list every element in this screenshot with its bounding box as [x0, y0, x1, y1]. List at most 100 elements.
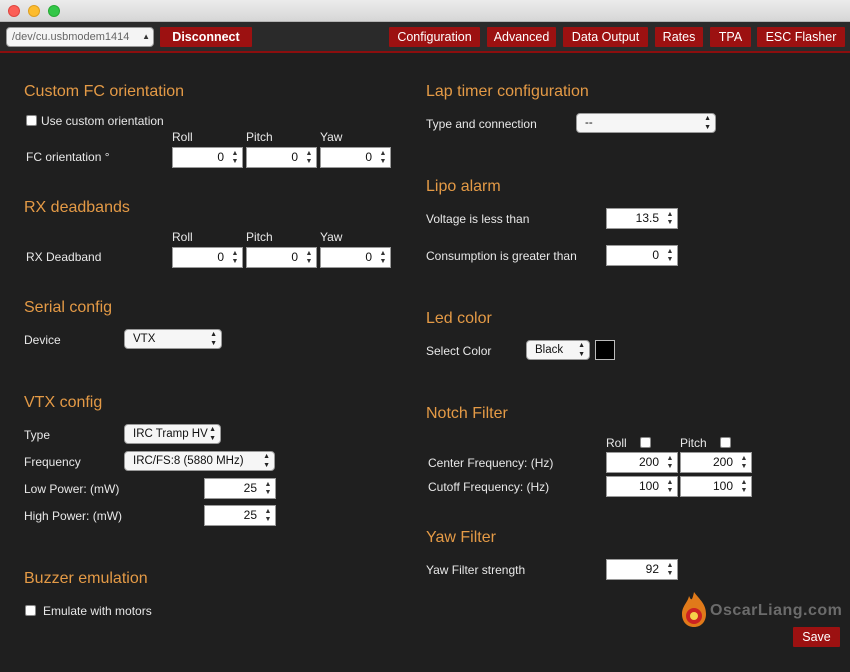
lap-type-select[interactable]: -- ▲ ▼: [576, 113, 716, 133]
vtx-frequency-value: IRC/FS:8 (5880 MHz): [133, 455, 244, 467]
toolbar: /dev/cu.usbmodem1414 ▲▼ Disconnect Confi…: [0, 22, 850, 53]
fc-pitch-input[interactable]: 0 ▲ ▼: [246, 147, 317, 168]
yaw-filter-value: 92: [645, 562, 659, 576]
rx-roll-input[interactable]: 0 ▲ ▼: [172, 247, 243, 268]
save-button[interactable]: Save: [793, 627, 840, 647]
port-select[interactable]: /dev/cu.usbmodem1414 ▲▼: [6, 27, 154, 47]
notch-roll-checkbox[interactable]: [640, 437, 651, 448]
rx-roll-value: 0: [217, 250, 224, 264]
fc-roll-value: 0: [217, 150, 224, 164]
vtx-frequency-select[interactable]: IRC/FS:8 (5880 MHz) ▲ ▼: [124, 451, 275, 471]
lap-timer-heading: Lap timer configuration: [426, 83, 589, 100]
fc-roll-header: Roll: [172, 130, 193, 144]
select-arrows-icon: ▲▼: [578, 342, 585, 358]
spinner-icon[interactable]: ▲ ▼: [665, 248, 675, 264]
spinner-icon[interactable]: ▲ ▼: [665, 455, 675, 471]
notch-pitch-header: Pitch: [680, 436, 707, 450]
led-color-swatch[interactable]: [595, 340, 615, 360]
fc-pitch-header: Pitch: [246, 130, 273, 144]
select-arrows-icon: ▲▼: [210, 331, 217, 347]
tab-rates[interactable]: Rates: [655, 27, 703, 47]
device-label: Device: [24, 333, 61, 347]
fc-orientation-heading: Custom FC orientation: [24, 83, 185, 100]
spinner-icon[interactable]: ▲ ▼: [230, 150, 240, 166]
cutoff-frequency-roll-input[interactable]: 100 ▲ ▼: [606, 476, 678, 497]
center-frequency-roll-value: 200: [638, 455, 659, 469]
fc-roll-input[interactable]: 0 ▲ ▼: [172, 147, 243, 168]
tab-advanced[interactable]: Advanced: [487, 27, 556, 47]
notch-pitch-checkbox[interactable]: [720, 437, 731, 448]
fc-yaw-input[interactable]: 0 ▲ ▼: [320, 147, 391, 168]
notch-roll-header: Roll: [606, 436, 627, 450]
vtx-high-power-input[interactable]: 25 ▲ ▼: [204, 505, 276, 526]
spinner-icon[interactable]: ▲ ▼: [665, 479, 675, 495]
close-window-button[interactable]: [8, 5, 20, 17]
spinner-icon[interactable]: ▲ ▼: [739, 479, 749, 495]
rx-deadband-label: RX Deadband: [26, 250, 102, 264]
lipo-voltage-value: 13.5: [635, 211, 659, 225]
flame-logo-icon: [682, 592, 706, 627]
rx-pitch-input[interactable]: 0 ▲ ▼: [246, 247, 317, 268]
lipo-voltage-input[interactable]: 13.5 ▲ ▼: [606, 208, 678, 229]
spinner-icon[interactable]: ▲ ▼: [378, 150, 388, 166]
spinner-icon[interactable]: ▲ ▼: [263, 481, 273, 497]
lap-type-value: --: [585, 117, 593, 129]
window-titlebar: [0, 0, 850, 22]
buzzer-emulation-heading: Buzzer emulation: [24, 570, 148, 587]
tab-tpa[interactable]: TPA: [710, 27, 751, 47]
cutoff-frequency-pitch-value: 100: [712, 479, 733, 493]
spinner-icon[interactable]: ▲ ▼: [665, 211, 675, 227]
disconnect-button[interactable]: Disconnect: [160, 27, 252, 47]
serial-config-heading: Serial config: [24, 299, 113, 316]
led-color-select[interactable]: Black ▲ ▼: [526, 340, 590, 360]
minimize-window-button[interactable]: [28, 5, 40, 17]
oscarliang-logo: OscarLiang.com: [680, 590, 842, 630]
center-frequency-pitch-input[interactable]: 200 ▲ ▼: [680, 452, 752, 473]
rx-pitch-value: 0: [291, 250, 298, 264]
yaw-filter-label: Yaw Filter strength: [426, 563, 526, 577]
select-arrows-icon: ▲▼: [704, 115, 711, 131]
zoom-window-button[interactable]: [48, 5, 60, 17]
spinner-icon[interactable]: ▲ ▼: [230, 250, 240, 266]
spinner-icon[interactable]: ▲ ▼: [263, 508, 273, 524]
cutoff-frequency-roll-value: 100: [638, 479, 659, 493]
spinner-icon[interactable]: ▲ ▼: [378, 250, 388, 266]
spinner-icon[interactable]: ▲ ▼: [665, 562, 675, 578]
emulate-with-motors-checkbox[interactable]: [25, 605, 36, 616]
tab-configuration[interactable]: Configuration: [389, 27, 480, 47]
rx-yaw-value: 0: [365, 250, 372, 264]
use-custom-orientation-checkbox[interactable]: [26, 115, 37, 126]
fc-yaw-header: Yaw: [320, 130, 343, 144]
cutoff-frequency-pitch-input[interactable]: 100 ▲ ▼: [680, 476, 752, 497]
rx-pitch-header: Pitch: [246, 230, 273, 244]
vtx-low-power-value: 25: [243, 481, 257, 495]
device-select[interactable]: VTX ▲ ▼: [124, 329, 222, 349]
select-arrows-icon: ▲▼: [142, 32, 150, 41]
vtx-low-power-input[interactable]: 25 ▲ ▼: [204, 478, 276, 499]
lipo-consumption-input[interactable]: 0 ▲ ▼: [606, 245, 678, 266]
led-color-label: Select Color: [426, 344, 492, 358]
spinner-icon[interactable]: ▲ ▼: [739, 455, 749, 471]
device-value: VTX: [133, 333, 156, 345]
lipo-consumption-value: 0: [652, 248, 659, 262]
notch-filter-heading: Notch Filter: [426, 405, 508, 422]
yaw-filter-input[interactable]: 92 ▲ ▼: [606, 559, 678, 580]
yaw-filter-heading: Yaw Filter: [426, 529, 496, 546]
tab-esc-flasher[interactable]: ESC Flasher: [757, 27, 845, 47]
lipo-voltage-label: Voltage is less than: [426, 212, 530, 226]
fc-pitch-value: 0: [291, 150, 298, 164]
tab-data-output[interactable]: Data Output: [563, 27, 648, 47]
logo-text: OscarLiang.com: [710, 602, 843, 619]
center-frequency-pitch-value: 200: [712, 455, 733, 469]
spinner-icon[interactable]: ▲ ▼: [304, 250, 314, 266]
cutoff-frequency-label: Cutoff Frequency: (Hz): [428, 480, 550, 494]
spinner-icon[interactable]: ▲ ▼: [304, 150, 314, 166]
lipo-alarm-heading: Lipo alarm: [426, 178, 501, 195]
vtx-type-select[interactable]: IRC Tramp HV ▲ ▼: [124, 424, 221, 444]
use-custom-orientation-label: Use custom orientation: [41, 114, 164, 128]
vtx-frequency-label: Frequency: [24, 455, 81, 469]
vtx-high-power-label: High Power: (mW): [24, 509, 123, 523]
center-frequency-roll-input[interactable]: 200 ▲ ▼: [606, 452, 678, 473]
rx-yaw-input[interactable]: 0 ▲ ▼: [320, 247, 391, 268]
vtx-low-power-label: Low Power: (mW): [24, 482, 120, 496]
